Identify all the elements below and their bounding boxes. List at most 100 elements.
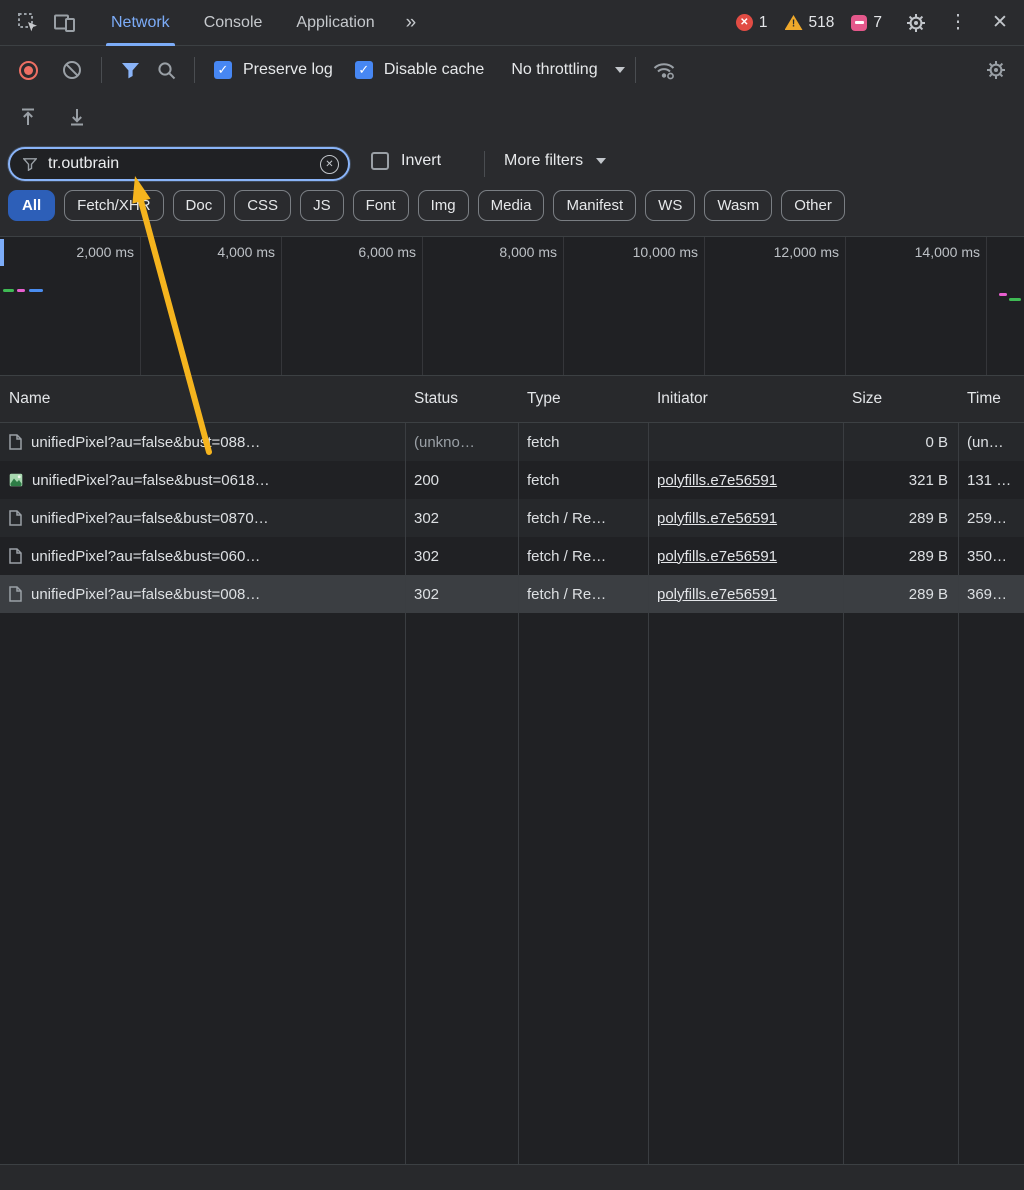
request-size: 0 B <box>843 434 958 451</box>
more-filters-label: More filters <box>504 152 583 170</box>
close-devtools-icon[interactable]: ✕ <box>982 5 1018 41</box>
timeline-tick: 14,000 ms <box>915 244 980 260</box>
filter-pill-fetch-xhr[interactable]: Fetch/XHR <box>64 190 163 221</box>
preserve-log-label: Preserve log <box>243 61 333 79</box>
timeline-gridline <box>140 237 141 375</box>
filter-pill-ws[interactable]: WS <box>645 190 695 221</box>
image-icon <box>9 473 23 487</box>
column-divider[interactable] <box>518 376 519 1164</box>
filter-pill-other[interactable]: Other <box>781 190 845 221</box>
throttling-select[interactable]: No throttling <box>511 61 624 79</box>
filter-pill-all[interactable]: All <box>8 190 55 221</box>
throttling-value: No throttling <box>511 61 597 79</box>
network-overview-timeline[interactable]: 2,000 ms 4,000 ms 6,000 ms 8,000 ms 10,0… <box>0 236 1024 375</box>
column-header-size[interactable]: Size <box>843 390 958 408</box>
table-row[interactable]: unifiedPixel?au=false&bust=088… (unkno… … <box>0 423 1024 461</box>
network-settings-gear-icon[interactable] <box>978 52 1014 88</box>
more-filters-button[interactable]: More filters <box>504 152 606 170</box>
tab-application-label: Application <box>296 14 374 32</box>
request-type: fetch / Re… <box>518 510 648 527</box>
issues-icon <box>851 15 867 31</box>
column-divider[interactable] <box>405 376 406 1164</box>
filter-toggle-icon[interactable] <box>112 52 148 88</box>
request-name: unifiedPixel?au=false&bust=0618… <box>32 472 270 489</box>
device-toolbar-icon[interactable] <box>46 5 82 41</box>
settings-gear-icon[interactable] <box>898 5 934 41</box>
tab-network[interactable]: Network <box>94 0 187 46</box>
devtools-window: Network Console Application » ✕ 1 518 7 <box>0 0 1024 1190</box>
warning-badge[interactable]: 518 <box>781 12 839 34</box>
table-body: unifiedPixel?au=false&bust=088… (unkno… … <box>0 423 1024 613</box>
panel-tabs: Network Console Application » <box>94 0 432 46</box>
kebab-menu-icon[interactable]: ⋮ <box>940 5 976 41</box>
network-filter-input[interactable]: tr.outbrain ✕ <box>8 147 350 181</box>
pill-label: JS <box>313 197 331 214</box>
column-header-initiator[interactable]: Initiator <box>648 390 843 408</box>
document-icon <box>9 434 22 450</box>
initiator-link[interactable]: polyfills.e7e56591 <box>657 586 777 603</box>
preserve-log-checkbox[interactable]: ✓ Preserve log <box>214 61 333 79</box>
filter-pill-wasm[interactable]: Wasm <box>704 190 772 221</box>
column-header-type[interactable]: Type <box>518 390 648 408</box>
filter-pill-manifest[interactable]: Manifest <box>553 190 636 221</box>
chevron-down-icon <box>615 67 625 73</box>
table-row[interactable]: unifiedPixel?au=false&bust=060… 302 fetc… <box>0 537 1024 575</box>
import-har-icon[interactable] <box>10 99 46 135</box>
overview-selection-handle[interactable] <box>0 239 4 266</box>
toolbar-divider <box>101 57 102 83</box>
warning-icon <box>785 15 803 30</box>
timeline-gridline <box>422 237 423 375</box>
search-icon[interactable] <box>148 52 184 88</box>
clear-filter-icon[interactable]: ✕ <box>320 155 339 174</box>
column-header-name[interactable]: Name <box>0 390 405 408</box>
pill-label: Media <box>491 197 532 214</box>
initiator-link[interactable]: polyfills.e7e56591 <box>657 510 777 527</box>
status-badges: ✕ 1 518 7 <box>732 12 886 34</box>
toolbar-divider <box>635 57 636 83</box>
inspect-element-icon[interactable] <box>10 5 46 41</box>
initiator-link[interactable]: polyfills.e7e56591 <box>657 548 777 565</box>
table-row[interactable]: unifiedPixel?au=false&bust=008… 302 fetc… <box>0 575 1024 613</box>
filter-pill-css[interactable]: CSS <box>234 190 291 221</box>
request-time: 259… <box>958 510 1024 527</box>
request-name: unifiedPixel?au=false&bust=008… <box>31 586 260 603</box>
initiator-link[interactable]: polyfills.e7e56591 <box>657 472 777 489</box>
request-mark <box>3 289 14 292</box>
request-status: (unkno… <box>405 434 518 451</box>
filter-pill-img[interactable]: Img <box>418 190 469 221</box>
tab-console[interactable]: Console <box>187 0 280 46</box>
export-har-icon[interactable] <box>59 99 95 135</box>
more-tabs-button[interactable]: » <box>392 0 433 46</box>
timeline-tick: 10,000 ms <box>633 244 698 260</box>
network-conditions-icon[interactable] <box>646 52 682 88</box>
tab-application[interactable]: Application <box>279 0 391 46</box>
filter-pill-font[interactable]: Font <box>353 190 409 221</box>
invert-filter-checkbox[interactable]: Invert <box>371 152 441 170</box>
timeline-gridline <box>281 237 282 375</box>
pill-label: Img <box>431 197 456 214</box>
column-divider[interactable] <box>843 376 844 1164</box>
document-icon <box>9 548 22 564</box>
request-name: unifiedPixel?au=false&bust=0870… <box>31 510 269 527</box>
error-badge[interactable]: ✕ 1 <box>732 12 772 34</box>
request-time: 350… <box>958 548 1024 565</box>
filter-pill-doc[interactable]: Doc <box>173 190 226 221</box>
record-network-log-icon[interactable] <box>19 61 38 80</box>
clear-network-log-icon[interactable] <box>63 61 81 79</box>
har-toolbar <box>0 94 1024 140</box>
column-header-time[interactable]: Time <box>958 390 1024 408</box>
issues-badge[interactable]: 7 <box>847 12 886 34</box>
column-divider[interactable] <box>958 376 959 1164</box>
filter-pill-media[interactable]: Media <box>478 190 545 221</box>
column-header-status[interactable]: Status <box>405 390 518 408</box>
pill-label: Doc <box>186 197 213 214</box>
table-row[interactable]: unifiedPixel?au=false&bust=0618… 200 fet… <box>0 461 1024 499</box>
table-row[interactable]: unifiedPixel?au=false&bust=0870… 302 fet… <box>0 499 1024 537</box>
column-divider[interactable] <box>648 376 649 1164</box>
resource-type-filters: All Fetch/XHR Doc CSS JS Font Img Media … <box>8 190 845 221</box>
devtools-tab-bar: Network Console Application » ✕ 1 518 7 <box>0 0 1024 46</box>
filter-pill-js[interactable]: JS <box>300 190 344 221</box>
timeline-tick: 2,000 ms <box>76 244 134 260</box>
request-time: (un… <box>958 434 1024 451</box>
disable-cache-checkbox[interactable]: ✓ Disable cache <box>355 61 485 79</box>
